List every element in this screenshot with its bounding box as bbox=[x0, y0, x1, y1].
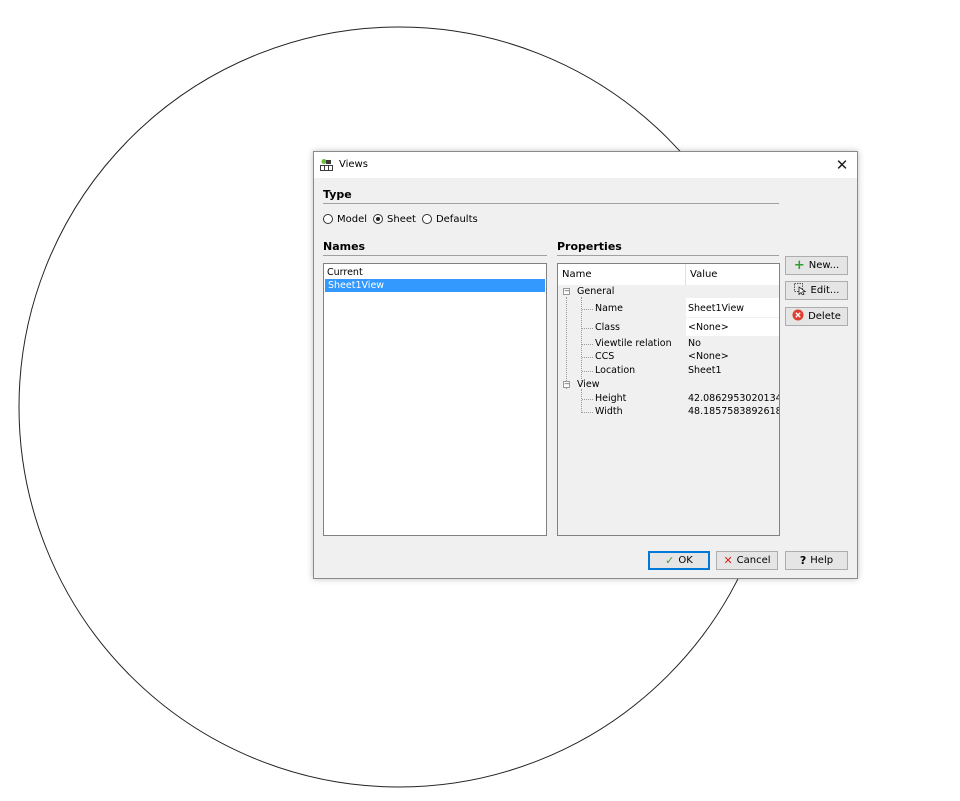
delete-circle-icon bbox=[792, 309, 804, 324]
prop-value-name[interactable]: Sheet1View bbox=[688, 303, 744, 314]
properties-section-title: Properties bbox=[557, 240, 622, 253]
views-dialog: Views ✕ Type Model Sheet Defaults Names … bbox=[313, 151, 858, 579]
list-item[interactable]: Sheet1View bbox=[325, 279, 545, 292]
tree-line bbox=[566, 297, 567, 389]
names-separator bbox=[323, 255, 547, 256]
category-general[interactable]: General bbox=[577, 286, 614, 297]
radio-sheet-label: Sheet bbox=[387, 213, 416, 225]
delete-button[interactable]: Delete bbox=[785, 307, 848, 326]
prop-name-name[interactable]: Name bbox=[595, 303, 623, 314]
radio-model-label: Model bbox=[337, 213, 368, 225]
prop-name-class[interactable]: Class bbox=[595, 322, 620, 333]
prop-name-width[interactable]: Width bbox=[595, 406, 623, 417]
column-divider[interactable] bbox=[685, 264, 686, 285]
prop-value-height[interactable]: 42.0862953020134 bbox=[688, 393, 779, 404]
header-name[interactable]: Name bbox=[562, 269, 592, 280]
tree-line bbox=[582, 344, 593, 345]
category-view[interactable]: View bbox=[577, 379, 600, 390]
delete-button-label: Delete bbox=[808, 311, 841, 322]
list-item[interactable]: Current bbox=[324, 266, 546, 279]
prop-name-ccs[interactable]: CCS bbox=[595, 351, 614, 362]
type-section-title: Type bbox=[323, 188, 352, 201]
radio-defaults[interactable]: Defaults bbox=[421, 213, 478, 225]
edit-button[interactable]: Edit... bbox=[785, 281, 848, 300]
type-separator bbox=[323, 203, 779, 204]
properties-grid[interactable]: Name Value − General Name Sheet1View Cla… bbox=[557, 263, 780, 536]
type-radio-group: Model Sheet Defaults bbox=[323, 212, 484, 226]
tree-line bbox=[581, 389, 582, 413]
close-button[interactable]: ✕ bbox=[827, 152, 857, 178]
cancel-button[interactable]: ✕ Cancel bbox=[716, 551, 778, 570]
radio-sheet[interactable]: Sheet bbox=[373, 214, 416, 225]
properties-body: − General Name Sheet1View Class <None> V… bbox=[558, 285, 779, 535]
header-value[interactable]: Value bbox=[690, 269, 717, 280]
tree-line bbox=[582, 357, 593, 358]
prop-value-width[interactable]: 48.1857583892618 bbox=[688, 406, 779, 417]
tree-line bbox=[582, 328, 593, 329]
radio-model[interactable]: Model bbox=[323, 214, 367, 225]
prop-name-height[interactable]: Height bbox=[595, 393, 626, 404]
new-button-label: New... bbox=[808, 260, 840, 271]
edit-cursor-icon bbox=[793, 283, 807, 298]
properties-header: Name Value bbox=[558, 264, 779, 286]
cancel-button-label: Cancel bbox=[736, 555, 771, 566]
plus-icon: + bbox=[793, 258, 805, 273]
x-icon: ✕ bbox=[723, 554, 733, 567]
names-list[interactable]: Current Sheet1View bbox=[323, 263, 547, 536]
radio-model-button[interactable] bbox=[323, 214, 333, 224]
prop-value-location[interactable]: Sheet1 bbox=[688, 365, 722, 376]
help-button[interactable]: ? Help bbox=[785, 551, 848, 570]
help-button-label: Help bbox=[810, 555, 834, 566]
tree-line bbox=[582, 371, 593, 372]
new-button[interactable]: + New... bbox=[785, 256, 848, 275]
checkmark-icon: ✓ bbox=[665, 554, 675, 567]
ok-button[interactable]: ✓ OK bbox=[648, 551, 710, 570]
question-icon: ? bbox=[799, 554, 807, 567]
radio-defaults-label: Defaults bbox=[435, 213, 478, 225]
collapse-view-icon[interactable]: − bbox=[563, 381, 570, 388]
names-section-title: Names bbox=[323, 240, 366, 253]
prop-value-class[interactable]: <None> bbox=[688, 322, 729, 333]
title-bar: Views ✕ bbox=[314, 152, 857, 178]
dialog-title: Views bbox=[339, 159, 368, 170]
ok-button-label: OK bbox=[678, 555, 693, 566]
prop-name-viewtile-relation[interactable]: Viewtile relation bbox=[595, 338, 672, 349]
tree-line bbox=[582, 412, 593, 413]
properties-separator bbox=[557, 255, 779, 256]
prop-value-ccs[interactable]: <None> bbox=[688, 351, 729, 362]
radio-sheet-button[interactable] bbox=[373, 214, 384, 224]
tree-line bbox=[582, 399, 593, 400]
prop-value-viewtile-relation[interactable]: No bbox=[688, 338, 701, 349]
prop-name-location[interactable]: Location bbox=[595, 365, 635, 376]
views-app-icon bbox=[320, 158, 333, 171]
edit-button-label: Edit... bbox=[810, 285, 840, 296]
collapse-general-icon[interactable]: − bbox=[563, 288, 570, 295]
tree-line bbox=[582, 309, 593, 310]
radio-defaults-button[interactable] bbox=[421, 214, 432, 224]
